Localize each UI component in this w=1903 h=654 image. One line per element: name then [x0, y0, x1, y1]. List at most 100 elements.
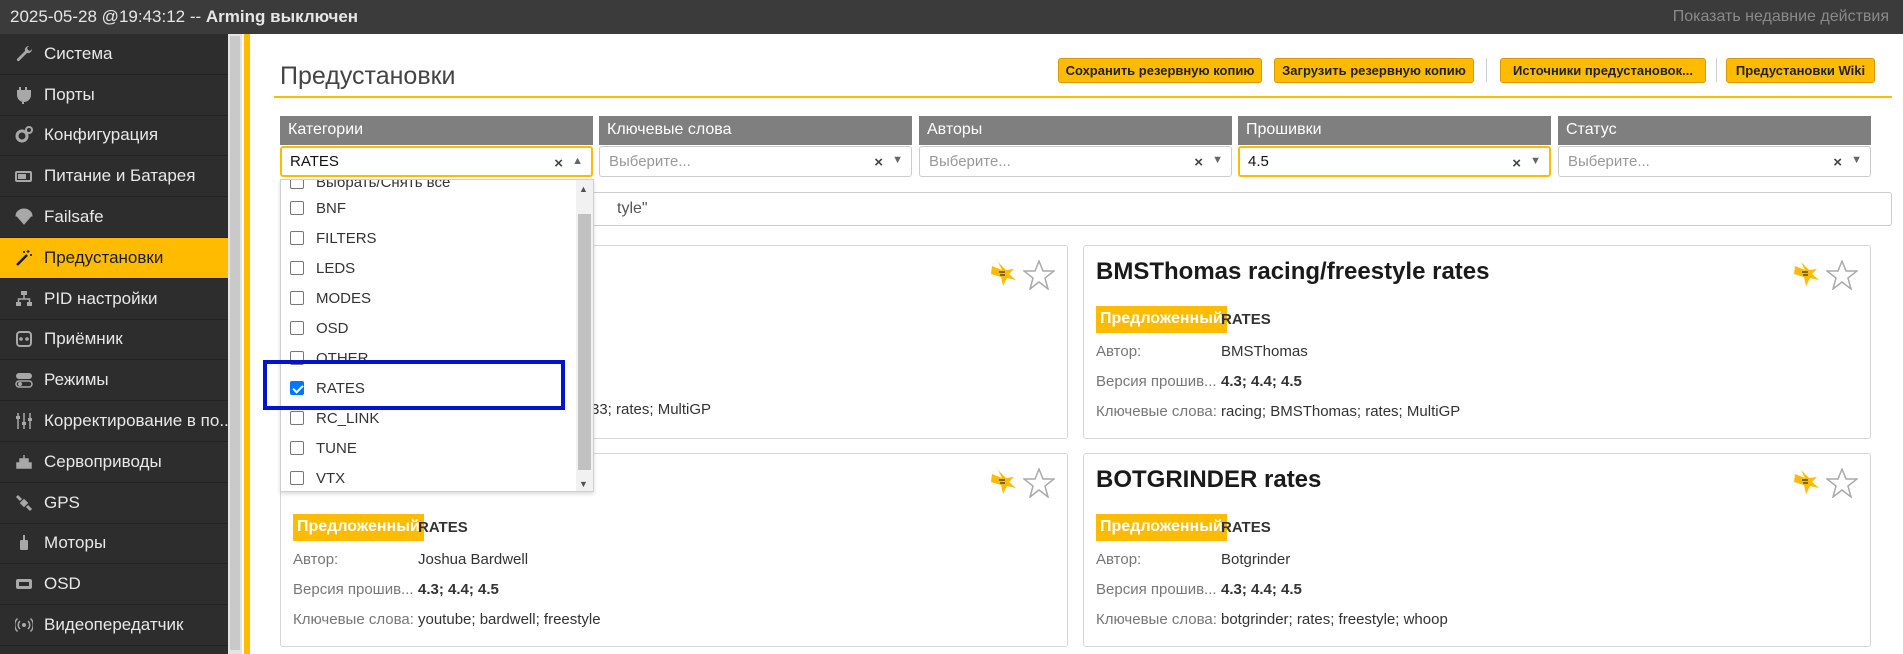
firmware-label: Версия прошив...: [1096, 373, 1217, 390]
favorite-star-icon[interactable]: [1021, 258, 1057, 295]
battery-icon: [14, 166, 34, 186]
author-value: BMSThomas: [1221, 343, 1308, 360]
checkbox[interactable]: [290, 201, 304, 215]
search-visible-text: tyle": [617, 200, 648, 217]
firmware-row: Версия прошив... 4.3; 4.4; 4.5: [1096, 581, 1302, 598]
gamepad-icon: [14, 329, 34, 349]
dropdown-scrollbar-thumb[interactable]: [578, 214, 591, 470]
chevron-down-icon[interactable]: ▼: [1212, 154, 1223, 166]
option-leds[interactable]: LEDS: [281, 253, 577, 283]
categories-select[interactable]: RATES × ▲: [280, 146, 593, 177]
sidebar-item-receiver[interactable]: Приёмник: [0, 320, 228, 361]
clear-icon[interactable]: ×: [1833, 154, 1842, 171]
sidebar-item-pid[interactable]: PID настройки: [0, 279, 228, 320]
dropdown-scrollbar[interactable]: ▲ ▼: [576, 180, 593, 491]
preset-card[interactable]: BMSThomas racing/freestyle rates Предлож…: [1083, 245, 1871, 439]
sidebar-scrollbar[interactable]: [228, 34, 242, 654]
option-label: MODES: [316, 289, 372, 307]
option-vtx[interactable]: VTX: [281, 463, 577, 491]
status-badge: Предложенный: [1096, 514, 1227, 541]
sidebar-item-label: PID настройки: [44, 288, 158, 308]
keywords-select[interactable]: Выберите... × ▼: [599, 146, 912, 177]
authors-select[interactable]: Выберите... × ▼: [919, 146, 1232, 177]
option-label: VTX: [316, 469, 346, 487]
sidebar-item-modes[interactable]: Режимы: [0, 360, 228, 402]
save-backup-button[interactable]: Сохранить резервную копию: [1058, 58, 1262, 83]
filter-categories: Категории RATES × ▲: [280, 116, 593, 178]
show-recent-actions-link[interactable]: Показать недавние действия: [1673, 8, 1889, 26]
chevron-up-icon[interactable]: ▲: [572, 155, 583, 167]
option-tune[interactable]: TUNE: [281, 433, 577, 463]
checkbox[interactable]: [290, 231, 304, 245]
page-title: Предустановки: [280, 62, 456, 90]
sidebar-item-power-battery[interactable]: Питание и Батарея: [0, 156, 228, 198]
preset-card[interactable]: BOTGRINDER rates Предложенный RATES Авто…: [1083, 453, 1871, 647]
sidebar-item-system[interactable]: Система: [0, 34, 228, 75]
sidebar-item-configuration[interactable]: Конфигурация: [0, 116, 228, 157]
preset-title: BMSThomas racing/freestyle rates: [1096, 258, 1490, 285]
title-underline: [274, 96, 1892, 98]
clear-icon[interactable]: ×: [874, 154, 883, 171]
favorite-star-icon[interactable]: [1021, 466, 1057, 503]
sidebar-item-osd[interactable]: OSD: [0, 564, 228, 606]
favorite-star-icon[interactable]: [1824, 258, 1860, 295]
wrench-icon: [14, 44, 34, 64]
checkbox[interactable]: [290, 471, 304, 485]
category-label: RATES: [1221, 311, 1271, 328]
checkbox[interactable]: [290, 441, 304, 455]
checkbox[interactable]: [290, 291, 304, 305]
preset-sources-button[interactable]: Источники предустановок...: [1500, 58, 1706, 83]
sidebar-item-label: Моторы: [44, 533, 107, 553]
checkbox[interactable]: [290, 261, 304, 275]
checkbox[interactable]: [290, 180, 304, 189]
firmware-row: Версия прошив... 4.3; 4.4; 4.5: [1096, 373, 1302, 390]
author-row: Автор: Botgrinder: [1096, 551, 1290, 568]
clear-icon[interactable]: ×: [1512, 155, 1521, 172]
option-modes[interactable]: MODES: [281, 283, 577, 313]
status-select[interactable]: Выберите... × ▼: [1558, 146, 1871, 177]
sliders-icon: [14, 411, 34, 431]
keywords-label: Ключевые слова:: [1096, 611, 1217, 628]
sidebar-item-failsafe[interactable]: Failsafe: [0, 197, 228, 238]
clear-icon[interactable]: ×: [1194, 154, 1203, 171]
chevron-down-icon[interactable]: ▼: [1851, 154, 1862, 166]
selected-value: 4.5: [1248, 153, 1269, 170]
firmware-select[interactable]: 4.5 × ▼: [1238, 146, 1551, 177]
select-placeholder: Выберите...: [609, 153, 691, 170]
option-osd[interactable]: OSD: [281, 313, 577, 343]
keywords-value: racing; BMSThomas; rates; MultiGP: [1221, 403, 1461, 420]
sidebar-scrollbar-thumb[interactable]: [230, 36, 240, 650]
option-filters[interactable]: FILTERS: [281, 223, 577, 253]
sidebar-item-gps[interactable]: GPS: [0, 483, 228, 524]
sidebar-item-servos[interactable]: Сервоприводы: [0, 442, 228, 483]
scroll-up-icon[interactable]: ▲: [579, 184, 588, 194]
sidebar-item-label: Видеопередатчик: [44, 615, 184, 635]
sidebar-item-presets[interactable]: Предустановки: [0, 237, 228, 279]
sidebar-item-ports[interactable]: Порты: [0, 75, 228, 116]
bee-icon: [1792, 468, 1822, 501]
filter-authors: Авторы Выберите... × ▼: [919, 116, 1232, 178]
select-placeholder: Выберите...: [1568, 153, 1650, 170]
favorite-star-icon[interactable]: [1824, 466, 1860, 503]
chevron-down-icon[interactable]: ▼: [892, 154, 903, 166]
chevron-down-icon[interactable]: ▼: [1530, 155, 1541, 167]
scroll-down-icon[interactable]: ▼: [579, 479, 588, 489]
option-bnf[interactable]: BNF: [281, 193, 577, 223]
sidebar-item-vtx[interactable]: Видеопередатчик: [0, 605, 228, 646]
sidebar-item-motors[interactable]: Моторы: [0, 524, 228, 565]
checkbox[interactable]: [290, 411, 304, 425]
clear-icon[interactable]: ×: [554, 155, 563, 172]
load-backup-button[interactable]: Загрузить резервную копию: [1274, 58, 1474, 83]
author-value: Joshua Bardwell: [418, 551, 529, 568]
sidebar: Система Порты Конфигурация Питание и Бат…: [0, 34, 228, 654]
firmware-row: Версия прошив... 4.3; 4.4; 4.5: [293, 581, 499, 598]
presets-wiki-button[interactable]: Предустановки Wiki: [1726, 58, 1875, 83]
sidebar-item-label: GPS: [44, 492, 80, 512]
sidebar-item-adjustments[interactable]: Корректирование в по...: [0, 401, 228, 442]
checkbox[interactable]: [290, 321, 304, 335]
category-label: RATES: [1221, 519, 1271, 536]
filter-keywords: Ключевые слова Выберите... × ▼: [599, 116, 912, 178]
plug-icon: [14, 85, 34, 105]
sidebar-item-label: Failsafe: [44, 207, 104, 227]
firmware-label: Версия прошив...: [1096, 581, 1217, 598]
